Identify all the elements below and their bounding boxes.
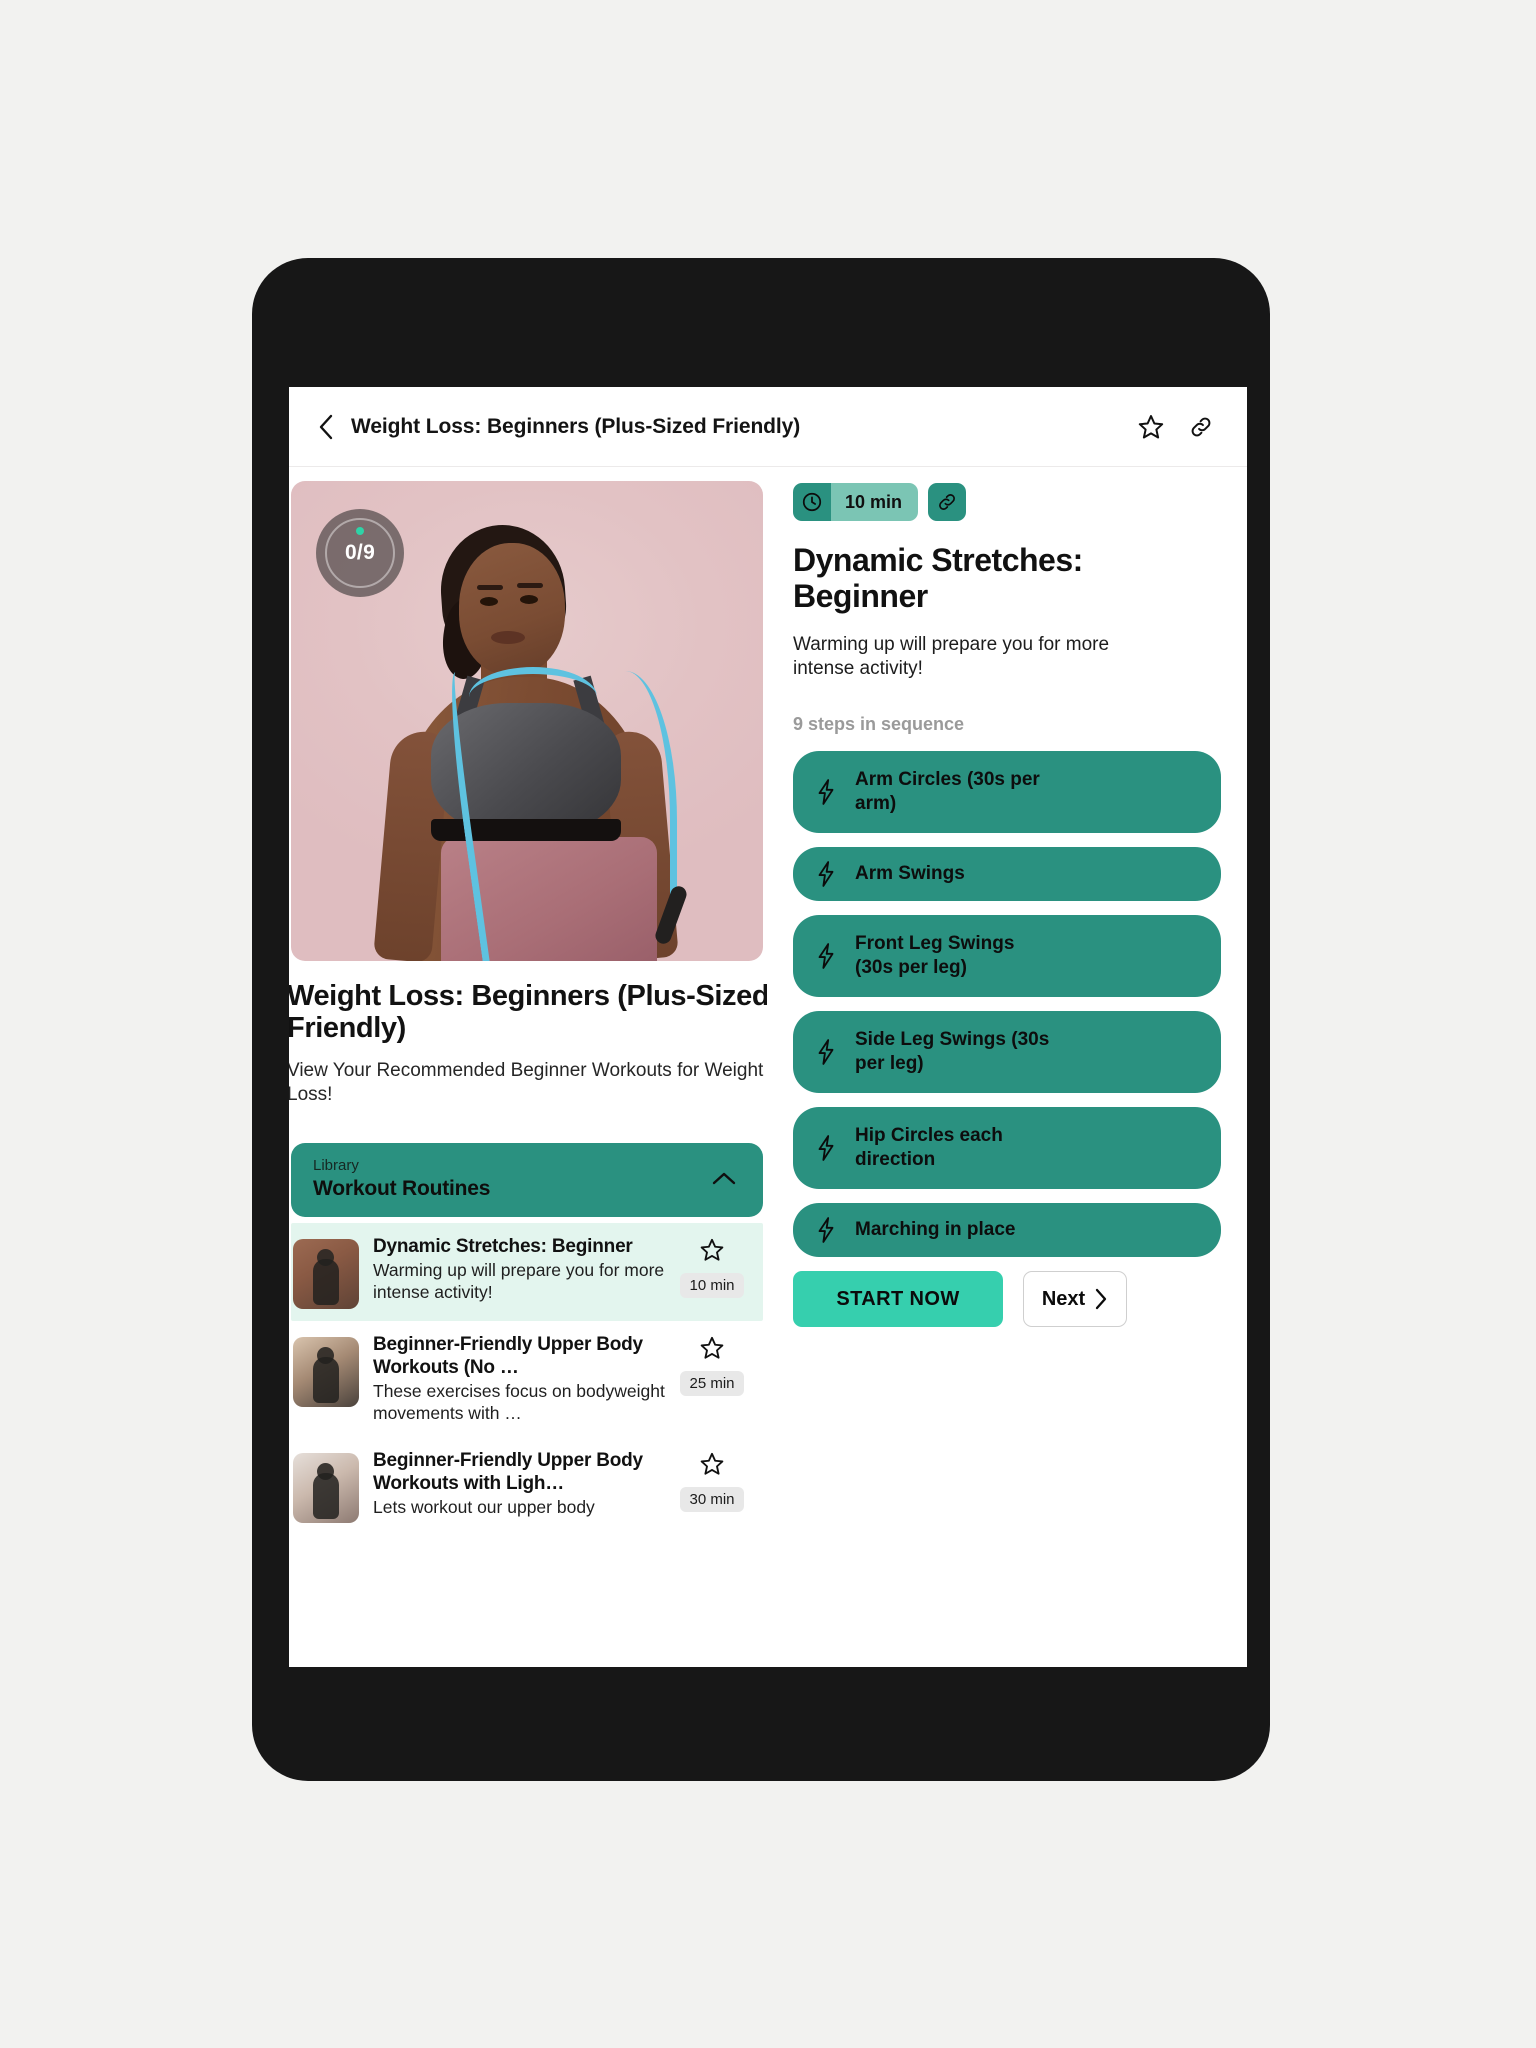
library-collapse-button[interactable]: [707, 1162, 741, 1196]
bolt-icon: [811, 941, 841, 971]
routine-duration: 10 min: [680, 1272, 744, 1298]
library-texts: Library Workout Routines: [313, 1157, 707, 1201]
photo-eye-left: [480, 597, 498, 606]
back-button[interactable]: [311, 412, 341, 442]
library-eyebrow: Library: [313, 1156, 359, 1174]
progress-count: 0/9: [344, 541, 376, 564]
routine-duration: 25 min: [680, 1370, 744, 1396]
routine-duration: 30 min: [680, 1486, 744, 1512]
chevron-up-icon: [711, 1171, 737, 1187]
routine-title: Beginner-Friendly Upper Body Workouts (N…: [373, 1333, 643, 1378]
link-icon: [936, 491, 958, 513]
routine-title: Beginner-Friendly Upper Body Workouts wi…: [373, 1449, 643, 1494]
bolt-icon: [811, 1215, 841, 1245]
workout-title: Weight Loss: Beginners (Plus-Sized Frien…: [289, 980, 767, 1044]
routine-thumbnail: [293, 1452, 359, 1523]
routine-description: Lets workout our upper body: [373, 1497, 595, 1518]
library-section-header[interactable]: Library Workout Routines: [291, 1142, 763, 1217]
duration-badge[interactable]: 10 min: [793, 483, 919, 521]
routine-meta: 10 min: [677, 1235, 747, 1309]
next-button[interactable]: Next: [1023, 1271, 1127, 1328]
bolt-icon: [811, 1133, 841, 1163]
step-list: Arm Circles (30s per arm) Arm Swings Fro…: [793, 751, 1221, 1258]
detail-title: Dynamic Stretches: Beginner: [793, 542, 1083, 614]
detail-description: Warming up will prepare you for more int…: [793, 633, 1110, 680]
step-chip-3[interactable]: Side Leg Swings (30s per leg): [793, 1011, 1221, 1094]
routine-meta: 25 min: [677, 1333, 747, 1425]
right-pane: 10 min Dynamic Stretches: Beginner Warmi…: [767, 467, 1247, 1666]
duration-label: 10 min: [831, 483, 919, 521]
bolt-icon: [811, 777, 841, 807]
step-chip-4[interactable]: Hip Circles each direction: [793, 1107, 1221, 1190]
photo-lips: [491, 631, 525, 644]
routine-body: Beginner-Friendly Upper Body Workouts wi…: [373, 1449, 677, 1523]
hero-image: 0/9: [291, 481, 763, 961]
share-link-button[interactable]: [1181, 407, 1221, 447]
page-root: Weight Loss: Beginners (Plus-Sized Frien…: [0, 0, 1536, 2048]
tablet-screen: Weight Loss: Beginners (Plus-Sized Frien…: [289, 387, 1247, 1667]
photo-brow-left: [477, 585, 503, 590]
step-label: Hip Circles each direction: [855, 1124, 1003, 1171]
step-chip-0[interactable]: Arm Circles (30s per arm): [793, 751, 1221, 834]
detail-share-button[interactable]: [928, 483, 967, 521]
photo-brow-right: [517, 583, 543, 588]
start-now-button[interactable]: START NOW: [793, 1271, 1003, 1328]
step-chip-1[interactable]: Arm Swings: [793, 847, 1221, 902]
routine-item-2[interactable]: Beginner-Friendly Upper Body Workouts wi…: [291, 1437, 763, 1535]
jump-rope-right: [591, 671, 677, 921]
step-chip-2[interactable]: Front Leg Swings (30s per leg): [793, 915, 1221, 998]
content-split: 0/9 Weight Loss: Beginners (Plus-Sized F…: [289, 467, 1247, 1666]
bolt-icon: [811, 1037, 841, 1067]
app-header: Weight Loss: Beginners (Plus-Sized Frien…: [289, 387, 1247, 467]
library-title: Workout Routines: [313, 1176, 491, 1200]
step-chip-5[interactable]: Marching in place: [793, 1203, 1221, 1258]
step-label: Arm Swings: [855, 862, 965, 884]
progress-dot: [356, 527, 364, 535]
workout-subtitle: View Your Recommended Beginner Workouts …: [289, 1059, 764, 1105]
clock-icon: [801, 491, 823, 513]
routine-description: These exercises focus on bodyweight move…: [373, 1381, 665, 1423]
thumbnail-figure-body: [313, 1472, 339, 1519]
cta-row: START NOW Next: [793, 1271, 1221, 1328]
step-label: Marching in place: [855, 1218, 1016, 1240]
star-outline-icon: [699, 1237, 725, 1263]
favorite-button[interactable]: [1131, 407, 1171, 447]
routine-body: Dynamic Stretches: Beginner Warming up w…: [373, 1235, 677, 1309]
photo-face: [459, 543, 565, 675]
thumbnail-figure-body: [313, 1258, 339, 1305]
chevron-right-icon: [1094, 1288, 1108, 1310]
routine-meta: 30 min: [677, 1449, 747, 1523]
step-label: Arm Circles (30s per arm): [855, 768, 1040, 815]
routine-body: Beginner-Friendly Upper Body Workouts (N…: [373, 1333, 677, 1425]
star-outline-icon: [699, 1451, 725, 1477]
clock-icon-wrap: [793, 483, 831, 521]
link-icon: [1188, 414, 1214, 440]
detail-badge-row: 10 min: [793, 483, 1221, 521]
routine-description: Warming up will prepare you for more int…: [373, 1259, 665, 1302]
routine-favorite-button[interactable]: [699, 1451, 725, 1477]
star-outline-icon: [699, 1335, 725, 1361]
routine-favorite-button[interactable]: [699, 1237, 725, 1263]
star-outline-icon: [1137, 413, 1165, 441]
routine-item-0[interactable]: Dynamic Stretches: Beginner Warming up w…: [291, 1222, 763, 1321]
chevron-left-icon: [318, 414, 334, 440]
next-label: Next: [1041, 1287, 1086, 1310]
bolt-icon: [811, 859, 841, 889]
routine-thumbnail: [293, 1238, 359, 1309]
progress-badge: 0/9: [316, 509, 404, 597]
routine-favorite-button[interactable]: [699, 1335, 725, 1361]
step-label: Side Leg Swings (30s per leg): [855, 1028, 1050, 1075]
left-pane: 0/9 Weight Loss: Beginners (Plus-Sized F…: [289, 467, 767, 1666]
routine-title: Dynamic Stretches: Beginner: [373, 1235, 633, 1257]
routine-item-1[interactable]: Beginner-Friendly Upper Body Workouts (N…: [291, 1321, 763, 1437]
thumbnail-figure-body: [313, 1356, 339, 1403]
steps-count-label: 9 steps in sequence: [793, 714, 965, 735]
step-label: Front Leg Swings (30s per leg): [855, 932, 1015, 979]
photo-eye-right: [520, 595, 538, 604]
routine-thumbnail: [293, 1336, 359, 1407]
routine-list: Dynamic Stretches: Beginner Warming up w…: [289, 1222, 767, 1535]
page-title: Weight Loss: Beginners (Plus-Sized Frien…: [351, 414, 801, 438]
